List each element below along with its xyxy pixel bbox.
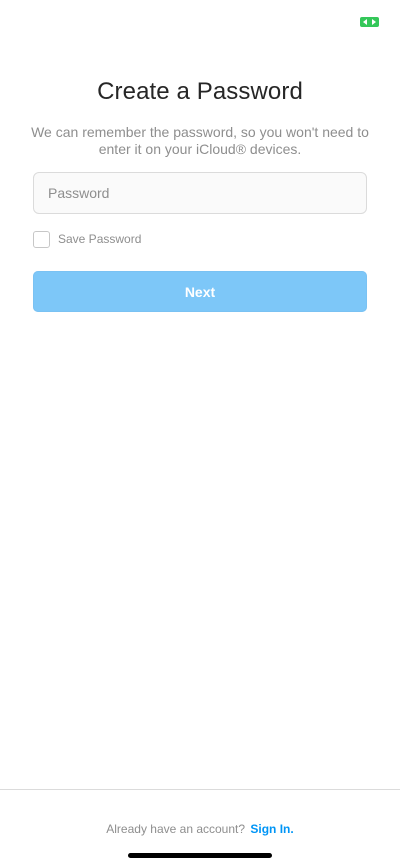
save-password-label[interactable]: Save Password (58, 232, 141, 246)
home-indicator[interactable] (128, 853, 272, 858)
save-password-row[interactable]: Save Password (33, 230, 141, 248)
sign-in-link[interactable]: Sign In. (250, 822, 293, 836)
page-subtitle: We can remember the password, so you won… (31, 124, 369, 157)
save-password-checkbox[interactable] (33, 230, 50, 248)
screen-record-icon (360, 17, 379, 27)
next-button[interactable]: Next (33, 271, 367, 312)
page-title: Create a Password (97, 78, 303, 105)
sign-in-prompt-line: Already have an account? Sign In. (0, 822, 400, 836)
password-input[interactable] (33, 172, 367, 214)
sign-in-prompt: Already have an account? (106, 822, 246, 836)
